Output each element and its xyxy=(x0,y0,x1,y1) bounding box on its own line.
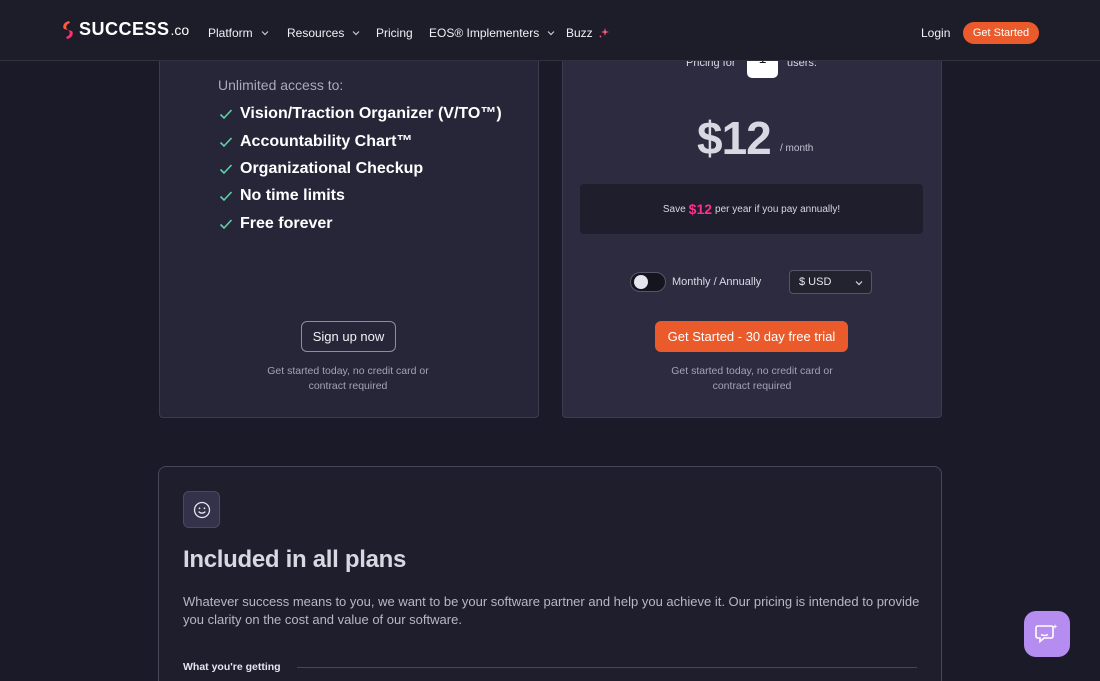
logo-suffix: .co xyxy=(170,21,190,38)
feature-label: No time limits xyxy=(240,187,345,204)
check-icon xyxy=(219,191,233,202)
billing-period-label: Monthly / Annually xyxy=(672,276,762,288)
nav-item-label: Pricing xyxy=(376,26,413,40)
check-icon xyxy=(219,109,233,120)
chat-bubble-icon xyxy=(1035,624,1058,644)
nav-item-label: EOS® Implementers xyxy=(429,26,540,40)
smile-icon xyxy=(193,501,210,518)
get-started-button[interactable]: Get Started xyxy=(963,22,1039,44)
included-description: Whatever success means to you, we want t… xyxy=(183,594,920,627)
nav-item-pricing[interactable]: Pricing xyxy=(376,26,413,40)
nav-item-platform[interactable]: Platform xyxy=(208,26,269,40)
nav-item-label: Platform xyxy=(208,26,253,40)
unlimited-access-label: Unlimited access to: xyxy=(218,77,344,93)
plan-price: $12 xyxy=(697,112,772,164)
feature-item: Free forever xyxy=(219,215,333,233)
brand-logo[interactable]: SUCCESS .co xyxy=(60,19,189,40)
chat-launcher-button[interactable] xyxy=(1024,611,1070,657)
billing-period-toggle[interactable] xyxy=(630,272,666,292)
check-icon xyxy=(219,164,233,175)
check-icon xyxy=(219,137,233,148)
save-amount: $12 xyxy=(688,201,713,217)
feature-item: Organizational Checkup xyxy=(219,160,423,178)
nav-item-label: Resources xyxy=(287,26,345,40)
feature-label: Vision/Traction Organizer (V/TO™) xyxy=(240,105,502,122)
free-plan-note: Get started today, no credit card or con… xyxy=(267,365,429,392)
chevron-down-icon xyxy=(352,31,360,36)
save-prefix: Save xyxy=(662,203,686,215)
save-suffix: per year if you pay annually! xyxy=(715,203,841,215)
feature-label: Organizational Checkup xyxy=(240,160,424,177)
chevron-down-icon xyxy=(261,31,269,36)
top-navigation: SUCCESS .co Platform Resources Pricing E… xyxy=(0,0,1100,61)
nav-item-resources[interactable]: Resources xyxy=(287,26,360,40)
nav-item-buzz[interactable]: Buzz xyxy=(566,26,610,40)
price-period: / month xyxy=(780,143,814,154)
chevron-down-icon xyxy=(855,281,863,286)
free-trial-button[interactable]: Get Started - 30 day free trial xyxy=(655,321,848,352)
feature-item: Accountability Chart™ xyxy=(219,133,412,151)
currency-value: $ USD xyxy=(799,276,832,288)
toggle-knob xyxy=(634,275,648,289)
check-icon xyxy=(219,219,233,230)
sparkle-icon xyxy=(598,28,609,38)
feature-item: No time limits xyxy=(219,187,345,205)
section-divider xyxy=(297,667,917,668)
included-title: Included in all plans xyxy=(183,546,407,573)
logo-text: SUCCESS xyxy=(79,19,170,39)
nav-item-eos-implementers[interactable]: EOS® Implementers xyxy=(429,26,555,40)
currency-select[interactable]: $ USD xyxy=(789,270,872,294)
what-youre-getting-label: What you're getting xyxy=(183,661,281,673)
chevron-down-icon xyxy=(547,31,555,36)
feature-label: Free forever xyxy=(240,215,333,232)
free-plan-card xyxy=(159,30,539,418)
login-link[interactable]: Login xyxy=(921,26,950,40)
nav-item-label: Buzz xyxy=(566,26,593,40)
success-logo-mark-icon xyxy=(63,20,73,39)
feature-item: Vision/Traction Organizer (V/TO™) xyxy=(219,105,502,123)
sign-up-now-button[interactable]: Sign up now xyxy=(301,321,396,352)
annual-savings-banner: Save $12 per year if you pay annually! xyxy=(580,184,923,234)
feature-label: Accountability Chart™ xyxy=(240,133,413,150)
paid-plan-note: Get started today, no credit card or con… xyxy=(671,365,833,392)
smile-icon-box xyxy=(183,491,220,528)
